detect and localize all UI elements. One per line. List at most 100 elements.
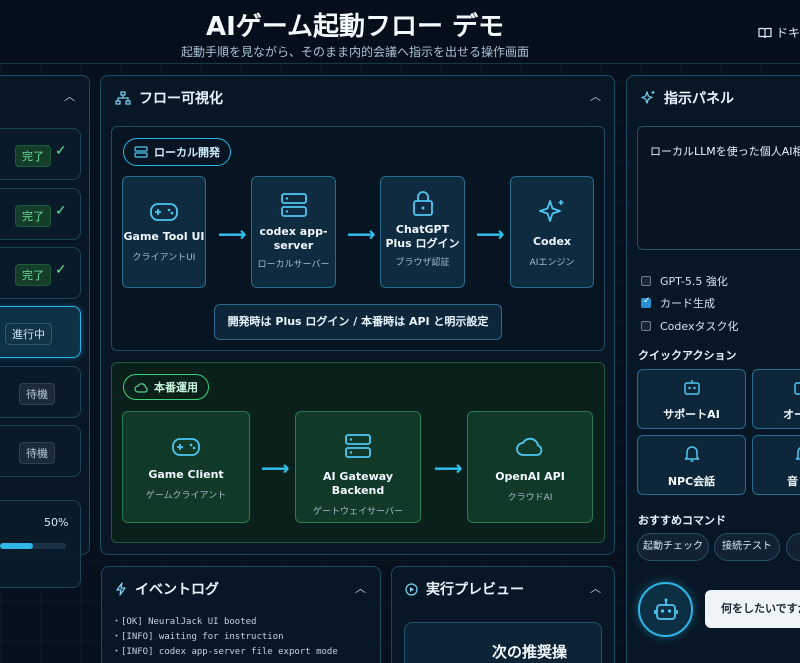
lightning-icon [116,582,126,596]
step-item[interactable]: 完了 ✓ [0,188,81,240]
server-icon [280,193,307,217]
robot-icon [794,382,800,395]
instruction-text: ローカルLLMを使った個人AI相棒 [650,145,800,158]
event-log-title: イベントログ [135,582,219,598]
hierarchy-icon [115,91,131,105]
node-title: codex app-server [259,225,328,252]
page-subtitle: 起動手順を見ながら、そのまま内的会議へ指示を出せる操作画面 [180,45,529,59]
step-item-active[interactable]: 進行中 [0,306,81,358]
flow-panel-title: フロー可視化 [139,91,223,107]
flow-node-game-client[interactable]: Game Client ゲームクライアント [122,411,250,523]
checkbox[interactable] [641,276,651,286]
option-gpt55[interactable]: GPT-5.5 強化 [641,273,728,289]
status-badge: 待機 [19,442,55,464]
flow-node-codex[interactable]: Codex AIエンジン [510,176,594,288]
gamepad-icon [172,438,200,456]
command-chip[interactable]: 起動チェック [637,533,709,561]
arrow-right-icon: ⟶ [261,456,290,480]
local-dev-label-text: ローカル開発 [154,146,220,159]
quick-action-npc-chat[interactable]: NPC会話 [637,435,746,495]
assistant-avatar[interactable] [638,582,693,637]
commands-heading: おすすめコマンド [638,514,726,527]
cloud-icon [516,437,543,456]
sparkle-icon [641,91,655,104]
status-badge: 完了 [15,145,51,167]
node-subtitle: ローカルサーバー [257,260,330,270]
progress-fill [0,543,33,549]
instruction-textarea[interactable]: ローカルLLMを使った個人AI相棒 [637,126,800,250]
bell-icon [795,447,800,460]
quick-action-label: NPC会話 [667,475,716,488]
arrow-right-icon: ⟶ [218,222,247,246]
node-title: Game Tool UI [123,230,205,243]
instruction-panel-header: 指示パネル [640,88,734,108]
arrow-right-icon: ⟶ [434,456,463,480]
log-line: ・[INFO] waiting for instruction [112,632,284,642]
node-title: Game Client [148,468,224,481]
step-item[interactable]: 完了 ✓ [0,128,81,180]
mode-note: 開発時は Plus ログイン / 本番時は API と明示設定 [214,304,502,340]
lock-icon [412,191,433,216]
flow-node-openai-api[interactable]: OpenAI API クラウドAI [467,411,593,523]
node-subtitle: ブラウザ認証 [395,258,450,268]
flow-node-chatgpt-plus-login[interactable]: ChatGPT Plus ログイン ブラウザ認証 [380,176,465,288]
log-line: ・[INFO] codex app-server file export mod… [112,647,338,657]
option-label: Codexタスク化 [660,320,739,333]
option-label: カード生成 [660,297,715,310]
quick-action-4[interactable]: 音 [752,435,800,495]
local-dev-label: ローカル開発 [123,138,231,166]
checkbox[interactable] [641,321,651,331]
book-icon [758,27,772,38]
command-chip[interactable]: 接続テスト [714,533,780,561]
option-codex-task[interactable]: Codexタスク化 [641,318,738,334]
server-icon [134,146,148,158]
event-log-header: イベントログ [115,579,219,599]
quick-action-support-ai[interactable]: サポートAI [637,369,746,429]
node-subtitle: AIエンジン [529,258,575,268]
chevron-up-icon[interactable]: ︿ [590,88,601,104]
quick-action-2[interactable]: オー [752,369,800,429]
flow-node-ai-gateway-backend[interactable]: AI Gateway Backend ゲートウェイサーバー [295,411,421,523]
option-card-generation[interactable]: カード生成 [641,295,715,311]
chat-bubble: 何をしたいですか [705,590,800,628]
check-icon: ✓ [55,143,67,159]
node-subtitle: ゲートウェイサーバー [313,507,403,517]
chevron-up-icon[interactable]: ︿ [355,580,366,596]
chat-prompt: 何をしたいですか [721,602,800,615]
log-line: ・[OK] NeuralJack UI booted [112,617,257,627]
event-log-list: ・[OK] NeuralJack UI booted ・[INFO] waiti… [112,615,338,660]
bell-icon [684,446,699,462]
node-title: ChatGPT Plus ログイン [385,223,460,250]
check-icon: ✓ [55,203,67,219]
docs-link[interactable]: ドキュ [758,24,800,41]
flow-node-game-tool-ui[interactable]: Game Tool UI クライアントUI [122,176,206,288]
instruction-panel-title: 指示パネル [664,91,734,107]
step-item[interactable]: 待機 [0,366,81,418]
docs-link-label: ドキュ [776,26,800,40]
step-item[interactable]: 完了 ✓ [0,247,81,299]
quick-actions-heading: クイックアクション [638,349,737,362]
checkbox-checked[interactable] [641,296,651,308]
arrow-right-icon: ⟶ [347,222,376,246]
quick-action-label: サポートAI [663,408,720,421]
node-title: Codex [532,235,572,248]
status-badge: 進行中 [5,323,52,345]
arrow-right-icon: ⟶ [476,222,505,246]
step-item[interactable]: 待機 [0,425,81,477]
status-badge: 待機 [19,383,55,405]
flow-node-codex-app-server[interactable]: codex app-server ローカルサーバー [251,176,336,288]
flow-panel-header: フロー可視化 [115,88,223,108]
robot-icon [653,598,678,620]
sparkle-icon [539,200,564,222]
server-icon [345,434,371,458]
preview-title: 実行プレビュー [426,582,524,598]
chevron-up-icon[interactable]: ︿ [64,88,75,104]
production-label-text: 本番運用 [154,381,198,394]
node-subtitle: クライアントUI [132,253,196,263]
robot-icon [683,380,700,395]
cloud-icon [134,382,148,393]
status-badge: 完了 [15,264,51,286]
chevron-up-icon[interactable]: ︿ [590,580,601,596]
progress-percent: 50% [44,516,69,529]
node-subtitle: ゲームクライアント [145,491,227,501]
